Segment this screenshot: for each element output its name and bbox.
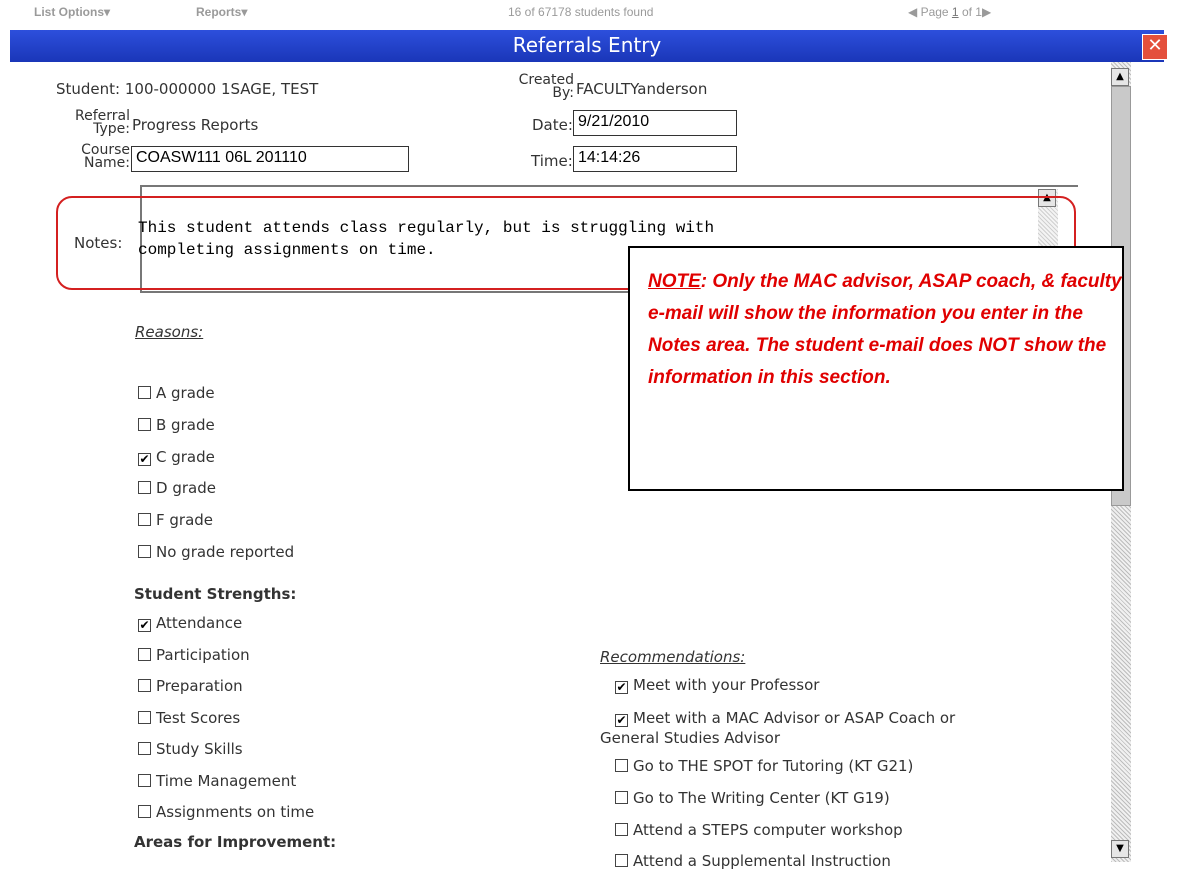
reason-item[interactable]: A grade bbox=[138, 384, 215, 402]
recommendation-item[interactable]: Go to The Writing Center (KT G19) bbox=[615, 789, 890, 807]
strengths-heading: Student Strengths: bbox=[134, 585, 297, 603]
recommendation-item[interactable]: Go to THE SPOT for Tutoring (KT G21) bbox=[615, 757, 913, 775]
window-titlebar: Referrals Entry bbox=[10, 30, 1164, 62]
page-number[interactable]: 1 bbox=[952, 5, 959, 19]
checkbox-icon[interactable]: ✔ bbox=[615, 714, 628, 727]
recommendation-item[interactable]: Attend a Supplemental Instruction bbox=[615, 852, 891, 870]
checkbox-icon[interactable] bbox=[138, 679, 151, 692]
referral-type-label-line2: Type: bbox=[93, 121, 130, 137]
reason-item[interactable]: D grade bbox=[138, 479, 216, 497]
date-field[interactable]: 9/21/2010 bbox=[573, 110, 737, 136]
created-by-label: Created By: bbox=[514, 73, 574, 101]
created-by-label-line2: By: bbox=[552, 85, 574, 101]
scroll-up-icon[interactable]: ▲ bbox=[1111, 68, 1129, 86]
scroll-down-icon[interactable]: ▼ bbox=[1111, 840, 1129, 858]
reason-item-label: A grade bbox=[156, 384, 215, 402]
checkbox-icon[interactable] bbox=[615, 854, 628, 867]
strength-item[interactable]: Assignments on time bbox=[138, 803, 314, 821]
strength-item[interactable]: Preparation bbox=[138, 677, 243, 695]
course-name-field[interactable]: COASW111 06L 201110 bbox=[131, 146, 409, 172]
strength-item[interactable]: Time Management bbox=[138, 772, 296, 790]
improvement-heading: Areas for Improvement: bbox=[134, 833, 337, 851]
checkbox-icon[interactable] bbox=[138, 417, 151, 431]
recommendation-item[interactable]: General Studies Advisor bbox=[600, 729, 780, 747]
reason-item[interactable]: ✔ C grade bbox=[138, 448, 215, 466]
referral-type-label: Referral Type: bbox=[60, 109, 130, 137]
reason-item-label: F grade bbox=[156, 511, 214, 530]
callout-text: : Only the MAC advisor, ASAP coach, & fa… bbox=[648, 271, 1122, 388]
page-suffix[interactable]: of 1▶ bbox=[959, 5, 991, 19]
course-name-label-line2: Name: bbox=[83, 155, 130, 171]
course-name-label: Course Name: bbox=[60, 143, 130, 171]
strength-item-label: Preparation bbox=[156, 677, 243, 695]
reports-menu[interactable]: Reports▾ bbox=[196, 5, 247, 19]
reason-item-label: C grade bbox=[156, 447, 215, 466]
strength-item-label: Test Scores bbox=[156, 708, 241, 727]
callout-note-word: NOTE bbox=[648, 271, 701, 292]
checkbox-icon[interactable] bbox=[138, 647, 151, 661]
students-found-count: 16 of 67178 students found bbox=[508, 5, 654, 19]
checkbox-icon[interactable] bbox=[138, 481, 151, 495]
reason-item-label: D grade bbox=[156, 479, 216, 498]
checkbox-icon[interactable] bbox=[138, 513, 151, 527]
pagination: ◀ Page 1 of 1▶ bbox=[908, 5, 991, 19]
recommendation-item-label: General Studies Advisor bbox=[600, 729, 781, 747]
checkbox-icon[interactable]: ✔ bbox=[138, 619, 151, 632]
checkbox-icon[interactable]: ✔ bbox=[138, 452, 151, 466]
time-field[interactable]: 14:14:26 bbox=[573, 146, 737, 172]
strength-item[interactable]: ✔ Attendance bbox=[138, 614, 242, 632]
checkbox-icon[interactable] bbox=[138, 386, 151, 399]
reason-item-label: B grade bbox=[156, 415, 215, 434]
time-label: Time: bbox=[531, 152, 573, 170]
student-label: Student: 100-000000 1SAGE, TEST bbox=[56, 80, 318, 98]
checkbox-icon[interactable] bbox=[138, 773, 151, 787]
reason-item[interactable]: B grade bbox=[138, 416, 215, 434]
recommendation-item[interactable]: ✔ Meet with your Professor bbox=[615, 676, 819, 694]
strength-item[interactable]: Participation bbox=[138, 646, 250, 664]
student-value: 100-000000 1SAGE, TEST bbox=[124, 80, 319, 98]
checkbox-icon[interactable]: ✔ bbox=[615, 681, 628, 694]
top-toolbar: List Options▾ Reports▾ 16 of 67178 stude… bbox=[0, 0, 1198, 24]
strength-item-label: Participation bbox=[156, 645, 250, 664]
strength-item[interactable]: Study Skills bbox=[138, 740, 243, 758]
student-label-text: Student: bbox=[56, 80, 121, 98]
window-title: Referrals Entry bbox=[512, 33, 662, 57]
list-options-menu[interactable]: List Options▾ bbox=[34, 5, 110, 19]
checkbox-icon[interactable] bbox=[138, 805, 151, 818]
checkbox-icon[interactable] bbox=[615, 759, 628, 772]
recommendation-item-label: Meet with your Professor bbox=[633, 676, 820, 694]
checkbox-icon[interactable] bbox=[615, 823, 628, 836]
referral-type-value: Progress Reports bbox=[132, 116, 259, 134]
close-icon[interactable]: ✕ bbox=[1142, 34, 1168, 60]
note-callout: NOTE: Only the MAC advisor, ASAP coach, … bbox=[628, 246, 1124, 491]
recommendations-heading: Recommendations: bbox=[600, 648, 746, 666]
reason-item[interactable]: F grade bbox=[138, 511, 213, 529]
recommendation-item-label: Attend a Supplemental Instruction bbox=[633, 852, 891, 870]
strength-item-label: Study Skills bbox=[156, 740, 243, 758]
checkbox-icon[interactable] bbox=[615, 791, 628, 804]
recommendation-item-label: Go to The Writing Center (KT G19) bbox=[633, 789, 890, 807]
created-by-value: FACULTYanderson bbox=[576, 80, 708, 98]
strength-item-label: Attendance bbox=[156, 614, 243, 632]
checkbox-icon[interactable] bbox=[138, 710, 151, 724]
recommendation-item-label: Attend a STEPS computer workshop bbox=[633, 821, 903, 839]
strength-item-label: Assignments on time bbox=[156, 803, 315, 821]
recommendation-item-label: Go to THE SPOT for Tutoring (KT G21) bbox=[633, 757, 914, 775]
reason-item-label: No grade reported bbox=[156, 543, 295, 561]
checkbox-icon[interactable] bbox=[138, 545, 151, 558]
strength-item[interactable]: Test Scores bbox=[138, 709, 240, 727]
date-label: Date: bbox=[532, 116, 573, 134]
strength-item-label: Time Management bbox=[156, 771, 297, 790]
reasons-heading: Reasons: bbox=[135, 323, 204, 341]
page-prefix[interactable]: ◀ Page bbox=[908, 5, 952, 19]
recommendation-item[interactable]: ✔ Meet with a MAC Advisor or ASAP Coach o… bbox=[615, 709, 955, 727]
checkbox-icon[interactable] bbox=[138, 742, 151, 755]
reason-item[interactable]: No grade reported bbox=[138, 543, 294, 561]
recommendation-item-label: Meet with a MAC Advisor or ASAP Coach or bbox=[633, 709, 956, 727]
recommendation-item[interactable]: Attend a STEPS computer workshop bbox=[615, 821, 903, 839]
